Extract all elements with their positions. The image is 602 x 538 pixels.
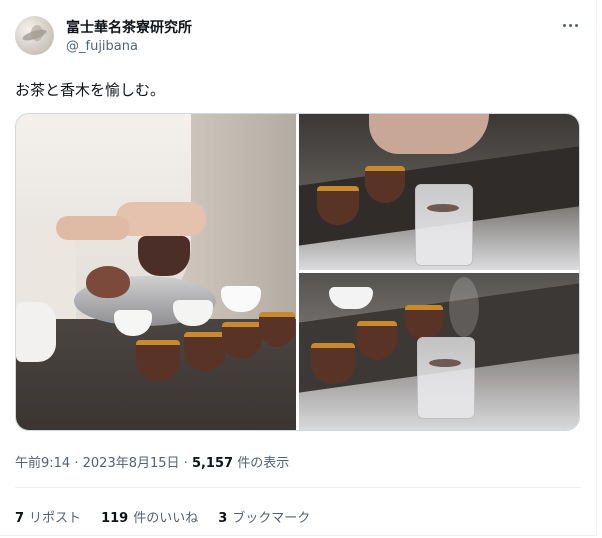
reposts-count: 7 bbox=[15, 511, 25, 526]
tweet-meta: 午前9:14 · 2023年8月15日 · 5,157 件の表示 bbox=[15, 452, 289, 471]
tweet-time[interactable]: 午前9:14 bbox=[15, 456, 70, 471]
tweet-card: 富士華名茶寮研究所 @_fujibana お茶と香木を愉しむ。 午前9:14 ·… bbox=[0, 0, 597, 536]
more-options-icon[interactable] bbox=[560, 18, 582, 34]
media-grid bbox=[15, 113, 580, 431]
likes-stat[interactable]: 119 件のいいね bbox=[101, 507, 198, 526]
reposts-label: リポスト bbox=[29, 511, 82, 526]
views-count: 5,157 bbox=[191, 456, 234, 471]
views-label: 件の表示 bbox=[237, 456, 290, 471]
avatar[interactable] bbox=[15, 16, 54, 55]
likes-label: 件のいいね bbox=[133, 511, 199, 526]
tweet-date[interactable]: 2023年8月15日 bbox=[83, 456, 180, 471]
divider bbox=[15, 487, 581, 488]
avatar-brush-dot bbox=[31, 25, 43, 41]
meta-separator: · bbox=[183, 456, 188, 471]
bookmarks-label: ブックマーク bbox=[232, 511, 311, 526]
meta-separator: · bbox=[74, 456, 79, 471]
media-photo-1[interactable] bbox=[16, 114, 296, 430]
bookmarks-count: 3 bbox=[218, 511, 228, 526]
media-photo-3[interactable] bbox=[299, 273, 579, 430]
media-photo-2[interactable] bbox=[299, 114, 579, 270]
tweet-stats: 7 リポスト 119 件のいいね 3 ブックマーク bbox=[15, 507, 310, 526]
author-handle[interactable]: @_fujibana bbox=[66, 39, 138, 54]
likes-count: 119 bbox=[101, 511, 129, 526]
tweet-text: お茶と香木を愉しむ。 bbox=[15, 81, 166, 99]
reposts-stat[interactable]: 7 リポスト bbox=[15, 507, 81, 526]
author-name[interactable]: 富士華名茶寮研究所 bbox=[66, 17, 192, 37]
bookmarks-stat[interactable]: 3 ブックマーク bbox=[218, 507, 310, 526]
